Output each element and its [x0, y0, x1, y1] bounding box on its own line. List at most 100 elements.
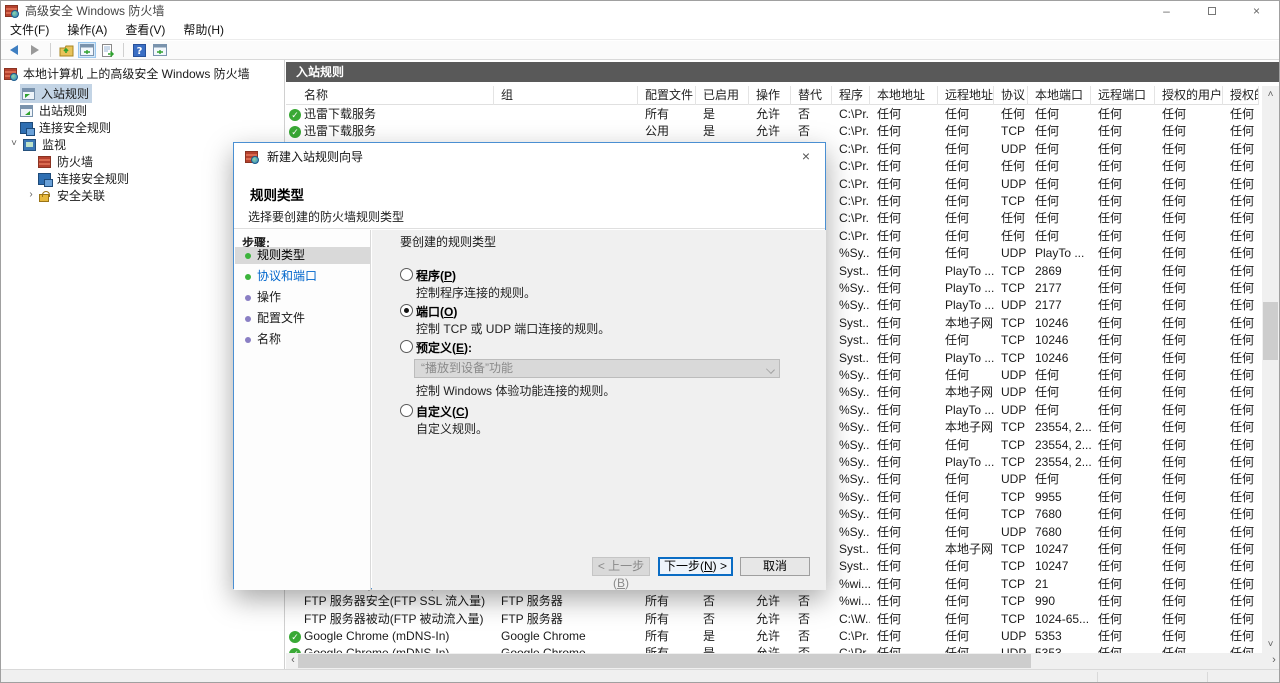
cell: 任何 [870, 176, 938, 193]
step-name[interactable]: 名称 [235, 331, 370, 348]
step-rule-type[interactable]: 规则类型 [235, 247, 370, 264]
radio-port[interactable] [400, 304, 413, 317]
show-action-pane-icon[interactable] [151, 42, 169, 58]
vertical-scrollbar[interactable]: ˄ ˅ [1262, 86, 1279, 653]
show-console-tree-icon[interactable] [78, 42, 96, 58]
column-header[interactable]: 替代 [791, 86, 832, 105]
radio-custom[interactable] [400, 404, 413, 417]
cell: 任何 [1155, 367, 1223, 384]
table-row[interactable]: ✓Google Chrome (mDNS-In)Google Chrome所有是… [286, 645, 1259, 653]
tree-item-security-associations[interactable]: 安全关联 [38, 187, 108, 204]
cell: 任何 [938, 332, 994, 349]
table-row[interactable]: FTP 服务器安全(FTP SSL 流入量)FTP 服务器所有否允许否%wi..… [286, 593, 1259, 610]
status-separator [1097, 672, 1098, 683]
cell: 任何 [1223, 576, 1259, 593]
cell: 10246 [1028, 350, 1091, 367]
cell: 任何 [1155, 228, 1223, 245]
cell: Google Chrome [494, 628, 638, 645]
column-header[interactable]: 协议 [994, 86, 1028, 105]
column-header[interactable]: 远程地址 [938, 86, 994, 105]
scroll-right-icon[interactable]: › [1267, 653, 1280, 669]
predefined-dropdown[interactable]: “播放到设备”功能 [414, 359, 780, 378]
tree-item-connection-security-rules-monitor[interactable]: 连接安全规则 [38, 170, 132, 187]
cell: 任何 [1223, 297, 1259, 314]
table-row[interactable]: ✓Google Chrome (mDNS-In)Google Chrome所有是… [286, 628, 1259, 645]
close-button[interactable]: × [1234, 1, 1279, 20]
cell: 任何 [1155, 506, 1223, 523]
chevron-down-icon [766, 365, 775, 374]
cell: 5353 [1028, 645, 1091, 653]
maximize-button[interactable] [1189, 1, 1234, 20]
column-header[interactable]: 程序 [832, 86, 870, 105]
cell: %Sy... [832, 402, 870, 419]
cancel-button[interactable]: 取消 [740, 557, 810, 576]
cell: 公用 [638, 123, 696, 140]
column-header[interactable]: 配置文件 [638, 86, 696, 105]
scroll-down-icon[interactable]: ˅ [1262, 636, 1279, 653]
step-protocol-and-ports[interactable]: 协议和端口 [235, 268, 370, 285]
help-icon[interactable]: ? [130, 42, 148, 58]
cell: 迅雷下载服务 [286, 106, 494, 123]
cell: 任何 [1223, 123, 1259, 140]
chevron-right-icon[interactable]: › [26, 189, 36, 200]
radio-program[interactable] [400, 268, 413, 281]
cell: 否 [791, 628, 832, 645]
cell: 任何 [1091, 402, 1155, 419]
column-header[interactable]: 本地端口 [1028, 86, 1091, 105]
tree-item-label: 监视 [39, 136, 69, 153]
column-header[interactable]: 本地地址 [870, 86, 938, 105]
table-row[interactable]: ✓迅雷下载服务所有是允许否C:\Pr...任何任何任何任何任何任何任何 [286, 106, 1259, 123]
menu-file[interactable]: 文件(F) [1, 20, 58, 40]
forward-arrow-icon[interactable] [26, 42, 44, 58]
radio-predefined[interactable] [400, 340, 413, 353]
tree-root-label: 本地计算机 上的高级安全 Windows 防火墙 [20, 65, 253, 82]
cell: %Sy... [832, 454, 870, 471]
chevron-down-icon[interactable]: ˅ [9, 138, 19, 149]
up-folder-icon[interactable] [57, 42, 75, 58]
menu-action[interactable]: 操作(A) [58, 20, 116, 40]
column-header[interactable]: 名称 [286, 86, 494, 105]
cell: C:\Pr... [832, 645, 870, 653]
tree-item-outbound-rules[interactable]: 出站规则 [20, 102, 90, 119]
cell: 任何 [1223, 141, 1259, 158]
column-header[interactable]: 操作 [749, 86, 791, 105]
cell: 任何 [1155, 489, 1223, 506]
horizontal-scroll-thumb[interactable] [298, 654, 1031, 668]
column-header[interactable]: 组 [494, 86, 638, 105]
table-row[interactable]: FTP 服务器被动(FTP 被动流入量)FTP 服务器所有否允许否C:\W...… [286, 611, 1259, 628]
cell: 任何 [1223, 558, 1259, 575]
table-row[interactable]: ✓迅雷下载服务公用是允许否C:\Pr...任何任何TCP任何任何任何任何 [286, 123, 1259, 140]
cell: 任何 [870, 576, 938, 593]
column-header[interactable]: 远程端口 [1091, 86, 1155, 105]
column-header[interactable]: 授权的计算机 [1223, 86, 1259, 105]
cell: 任何 [1091, 489, 1155, 506]
tree-item-connection-security-rules[interactable]: 连接安全规则 [20, 119, 114, 136]
dialog-close-icon[interactable]: × [793, 146, 819, 166]
horizontal-scrollbar[interactable]: ‹ › [286, 653, 1280, 669]
scroll-up-icon[interactable]: ˄ [1262, 86, 1279, 103]
cell: 任何 [1155, 193, 1223, 210]
tree-root[interactable]: 本地计算机 上的高级安全 Windows 防火墙 [4, 65, 253, 82]
wizard-icon [245, 151, 258, 163]
step-profile[interactable]: 配置文件 [235, 310, 370, 327]
back-arrow-icon[interactable] [5, 42, 23, 58]
column-header[interactable]: 已启用 [696, 86, 749, 105]
menu-help[interactable]: 帮助(H) [174, 20, 233, 40]
export-list-icon[interactable] [99, 42, 117, 58]
cell: 任何 [1223, 611, 1259, 628]
menu-view[interactable]: 查看(V) [116, 20, 174, 40]
tree-item-firewall[interactable]: 防火墙 [38, 153, 96, 170]
column-header[interactable]: 授权的用户 [1155, 86, 1223, 105]
next-button[interactable]: 下一步(N) > [658, 557, 733, 576]
tree-item-monitoring[interactable]: 监视 [23, 136, 69, 153]
step-action[interactable]: 操作 [235, 289, 370, 306]
cell: 任何 [938, 645, 994, 653]
cell: 23554, 2... [1028, 437, 1091, 454]
cell: 本地子网 [938, 541, 994, 558]
cell: %Sy... [832, 489, 870, 506]
vertical-scroll-thumb[interactable] [1263, 302, 1278, 360]
tree-item-inbound-rules[interactable]: 入站规则 [20, 85, 92, 102]
cell: 任何 [1091, 576, 1155, 593]
cell: 任何 [870, 123, 938, 140]
minimize-button[interactable]: – [1144, 1, 1189, 20]
